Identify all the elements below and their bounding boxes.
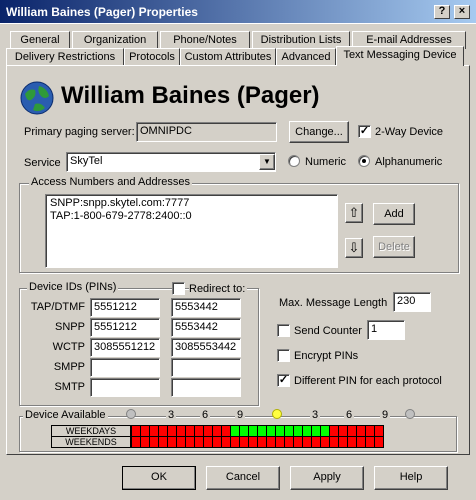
- hour-tick: 3: [166, 409, 177, 421]
- two-way-checkbox[interactable]: ✓: [358, 125, 371, 138]
- access-list[interactable]: SNPP:snpp.skytel.com:7777 TAP:1-800-679-…: [45, 194, 338, 268]
- change-button[interactable]: Change...: [289, 121, 349, 143]
- ok-button[interactable]: OK: [122, 466, 196, 490]
- pin-field[interactable]: [90, 378, 160, 397]
- different-pin-checkbox[interactable]: ✓: [277, 374, 290, 387]
- two-way-label: 2-Way Device: [375, 126, 444, 138]
- globe-icon: [20, 81, 54, 115]
- delete-button[interactable]: Delete: [373, 236, 415, 258]
- weekends-grid[interactable]: [131, 436, 384, 448]
- availability-cell[interactable]: [374, 436, 384, 448]
- redirect-field[interactable]: 5553442: [171, 318, 241, 337]
- add-button[interactable]: Add: [373, 203, 415, 225]
- access-title: Access Numbers and Addresses: [29, 176, 192, 188]
- service-select[interactable]: SkyTel: [66, 152, 276, 172]
- alphanumeric-radio[interactable]: [358, 155, 370, 167]
- paging-server-label: Primary paging server:: [24, 126, 135, 138]
- hour-tick: 9: [380, 409, 391, 421]
- tab-3[interactable]: Phone/Notes: [160, 31, 250, 49]
- help-button[interactable]: Help: [374, 466, 448, 490]
- redirect-label: Redirect to:: [189, 283, 248, 295]
- paging-server-field: OMNIPDC: [136, 122, 277, 142]
- chevron-down-icon[interactable]: ▼: [259, 154, 275, 170]
- close-icon[interactable]: ×: [454, 5, 470, 19]
- tab-7[interactable]: Protocols: [124, 48, 180, 66]
- hour-tick: 3: [310, 409, 321, 421]
- redirect-field[interactable]: 5553442: [171, 298, 241, 317]
- redirect-field[interactable]: [171, 358, 241, 377]
- send-counter-field[interactable]: 1: [367, 320, 405, 340]
- numeric-radio[interactable]: [288, 155, 300, 167]
- tab-1[interactable]: General: [10, 31, 70, 49]
- hour-tick: 6: [200, 409, 211, 421]
- redirect-checkbox[interactable]: [172, 282, 185, 295]
- pin-label: SMPP: [53, 361, 85, 373]
- different-pin-label: Different PIN for each protocol: [294, 375, 442, 387]
- midnight-marker-icon: [126, 409, 136, 419]
- numeric-label: Numeric: [305, 156, 346, 168]
- apply-button[interactable]: Apply: [290, 466, 364, 490]
- pin-label: WCTP: [52, 341, 85, 353]
- tab-6[interactable]: Delivery Restrictions: [6, 48, 124, 66]
- window-title: William Baines (Pager) Properties: [6, 5, 198, 19]
- pin-label: TAP/DTMF: [30, 301, 85, 313]
- encrypt-pins-label: Encrypt PINs: [294, 350, 359, 362]
- cancel-button[interactable]: Cancel: [206, 466, 280, 490]
- service-label: Service: [24, 157, 61, 169]
- send-counter-checkbox[interactable]: [277, 324, 290, 337]
- display-name: William Baines (Pager): [61, 82, 320, 109]
- noon-marker-icon: [272, 409, 282, 419]
- redirect-field[interactable]: [171, 378, 241, 397]
- device-ids-title: Device IDs (PINs): [27, 281, 119, 293]
- max-length-field[interactable]: 230: [393, 292, 431, 312]
- send-counter-label: Send Counter: [294, 325, 362, 337]
- pin-label: SNPP: [55, 321, 85, 333]
- move-down-icon[interactable]: ⇩: [345, 238, 363, 258]
- list-item[interactable]: SNPP:snpp.skytel.com:7777: [50, 197, 333, 210]
- weekends-label: WEEKENDS: [51, 436, 131, 448]
- tab-9[interactable]: Advanced: [276, 48, 336, 66]
- encrypt-pins-checkbox[interactable]: [277, 349, 290, 362]
- pin-field[interactable]: 3085551212: [90, 338, 160, 357]
- hour-tick: 6: [344, 409, 355, 421]
- move-up-icon[interactable]: ⇧: [345, 203, 363, 223]
- hour-tick: 9: [235, 409, 246, 421]
- pin-field[interactable]: [90, 358, 160, 377]
- tab-8[interactable]: Custom Attributes: [180, 48, 276, 66]
- midnight-end-marker-icon: [405, 409, 415, 419]
- pin-field[interactable]: 5551212: [90, 318, 160, 337]
- text-messaging-panel: William Baines (Pager) Primary paging se…: [6, 65, 470, 455]
- pin-label: SMTP: [54, 381, 85, 393]
- help-icon[interactable]: ?: [434, 5, 450, 19]
- max-length-label: Max. Message Length: [279, 297, 388, 309]
- pin-field[interactable]: 5551212: [90, 298, 160, 317]
- alphanumeric-label: Alphanumeric: [375, 156, 443, 168]
- tab-10[interactable]: Text Messaging Device: [336, 46, 464, 66]
- redirect-field[interactable]: 3085553442: [171, 338, 241, 357]
- list-item[interactable]: TAP:1-800-679-2778:2400::0: [50, 210, 333, 223]
- availability-title: Device Available: [23, 409, 108, 421]
- title-bar: William Baines (Pager) Properties: [0, 0, 476, 24]
- tab-2[interactable]: Organization: [72, 31, 158, 49]
